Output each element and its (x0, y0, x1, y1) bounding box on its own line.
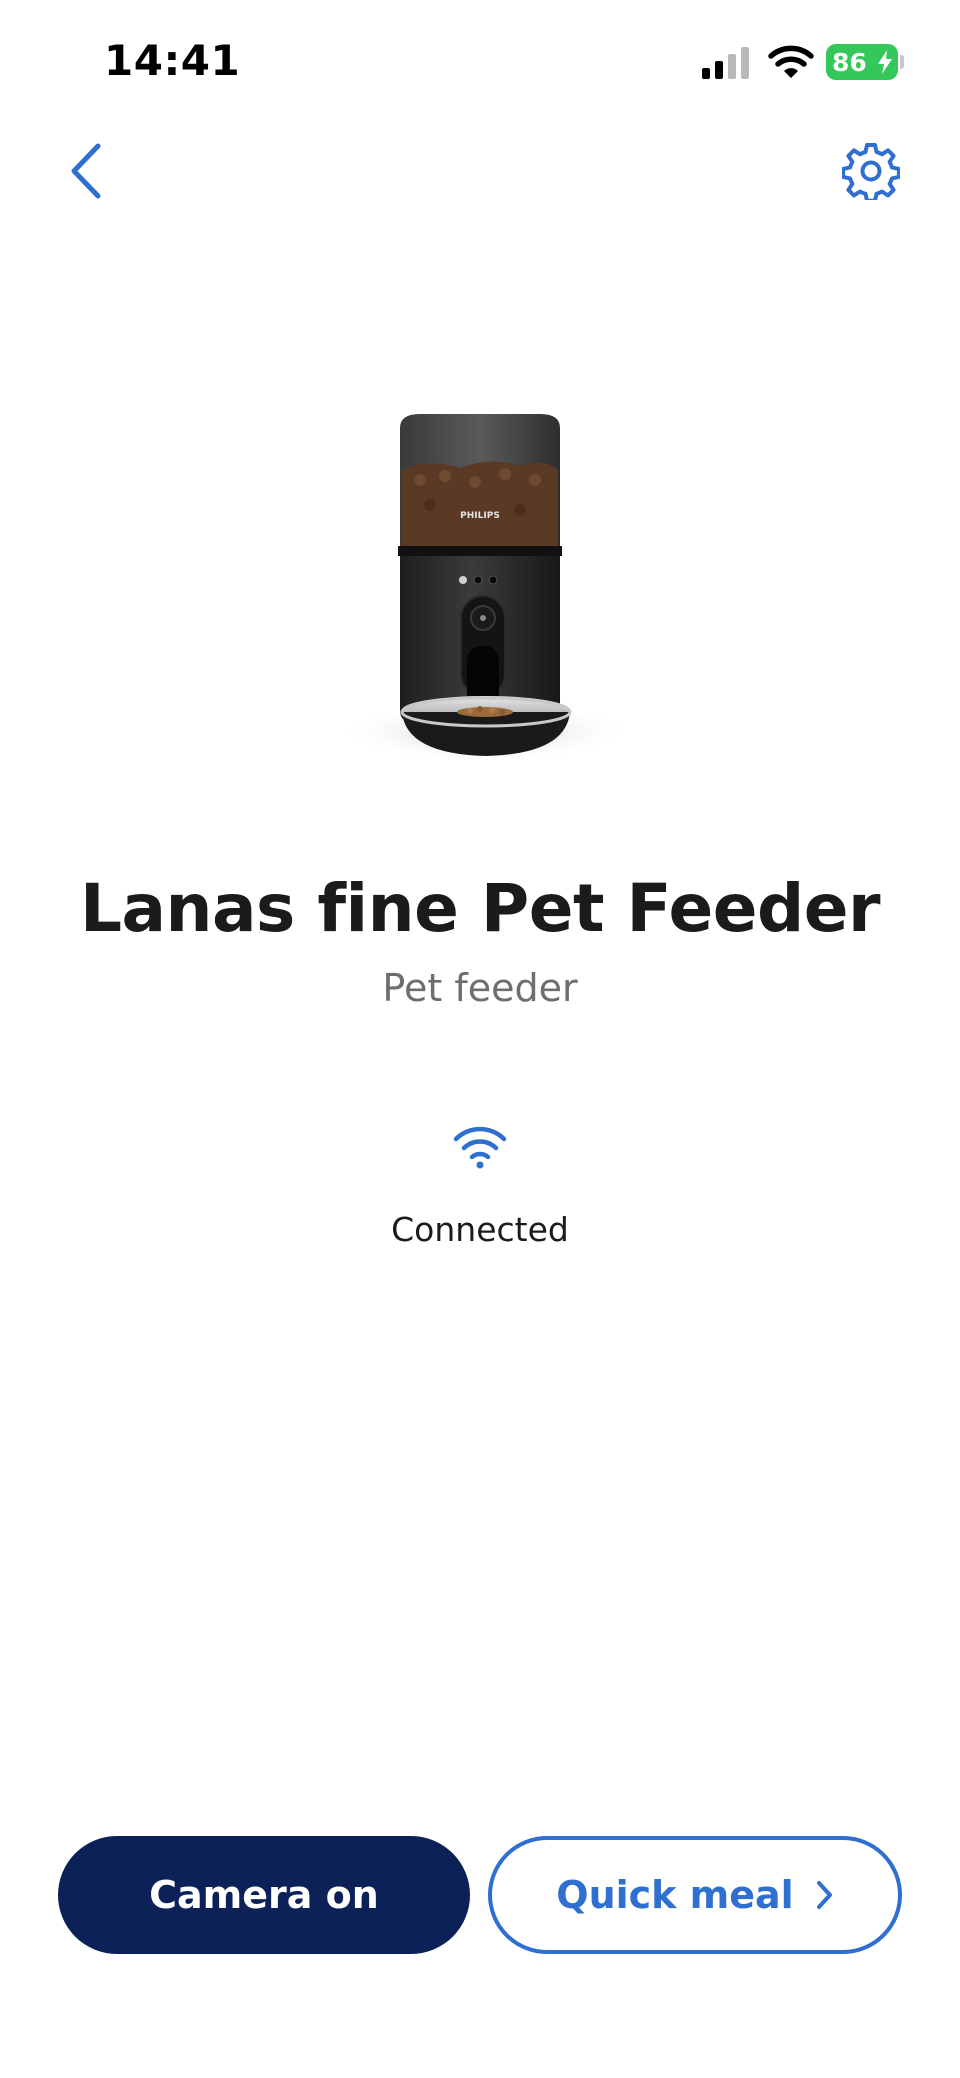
settings-gear-icon[interactable] (842, 142, 900, 200)
camera-on-label: Camera on (149, 1873, 379, 1917)
wifi-icon (453, 1126, 507, 1169)
battery-indicator: 86 (826, 44, 898, 80)
chevron-right-icon (816, 1881, 832, 1909)
status-bar: 14:41 86 (0, 0, 960, 120)
quick-meal-label: Quick meal (556, 1873, 794, 1917)
device-name: Lanas fine Pet Feeder (79, 870, 881, 947)
camera-on-button[interactable]: Camera on (58, 1836, 470, 1954)
brand-logo: PHILIPS (460, 511, 500, 521)
battery-cap (900, 55, 904, 69)
charging-bolt-icon (878, 50, 892, 74)
battery-level: 86 (832, 47, 867, 77)
wifi-status-icon (768, 45, 814, 78)
back-button[interactable] (58, 138, 114, 204)
pet-feeder-image: PHILIPS (335, 414, 635, 762)
device-type: Pet feeder (382, 966, 578, 1010)
quick-meal-button[interactable]: Quick meal (488, 1836, 902, 1954)
cellular-signal-icon (702, 47, 749, 79)
status-time: 14:41 (104, 36, 241, 85)
connection-status: Connected (391, 1210, 569, 1249)
